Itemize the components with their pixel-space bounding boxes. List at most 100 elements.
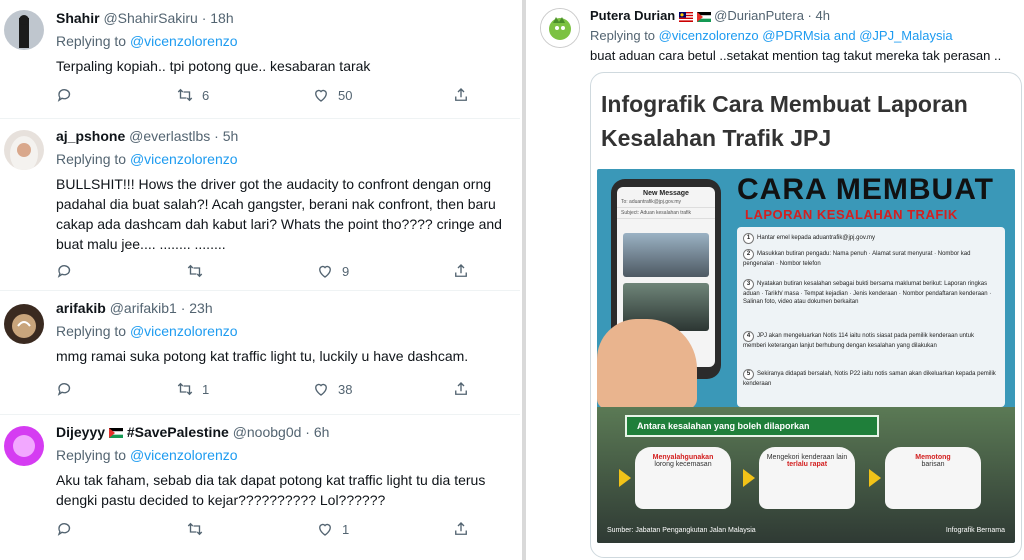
mention-links[interactable]: @vicenzolorenzo @PDRMsia and @JPJ_Malays… xyxy=(659,28,953,43)
replying-to: Replying to @vicenzolorenzo xyxy=(56,33,238,49)
replying-label: Replying to xyxy=(56,151,127,167)
action-bar: 1 38 xyxy=(56,380,476,402)
replies-column: Shahir @ShahirSakiru · 18h Replying to @… xyxy=(0,0,520,560)
reply-tweet[interactable]: Dijeyyy #SavePalestine @noobg0d · 6h Rep… xyxy=(0,414,520,560)
like-count: 1 xyxy=(342,521,350,537)
like-count: 38 xyxy=(338,381,353,397)
like-icon xyxy=(319,265,331,278)
like-count: 50 xyxy=(338,87,353,103)
retweet-button[interactable]: 6 xyxy=(176,86,209,104)
share-icon xyxy=(455,522,467,535)
like-icon xyxy=(315,89,327,102)
retweet-button[interactable]: 1 xyxy=(176,380,209,398)
reply-button[interactable] xyxy=(56,520,74,538)
like-count: 9 xyxy=(342,263,350,279)
offence-bottom: lorong kecemasan xyxy=(654,461,712,468)
offence-car: Menyalahgunakan lorong kecemasan xyxy=(635,447,731,509)
replying-to: Replying to @vicenzolorenzo @PDRMsia and… xyxy=(590,28,953,43)
retweet-button[interactable] xyxy=(186,262,212,280)
share-icon xyxy=(455,264,467,277)
avatar[interactable] xyxy=(4,426,44,466)
reply-button[interactable] xyxy=(56,262,74,280)
infographic-body: New Message To: aduantrafik@jpj.gov.my S… xyxy=(597,169,1015,543)
display-name[interactable]: arifakib xyxy=(56,300,106,316)
replying-label: Replying to xyxy=(56,447,127,463)
action-bar: 9 xyxy=(56,262,476,284)
malaysia-flag-icon xyxy=(678,11,693,22)
tweet-text: mmg ramai suka potong kat traffic light … xyxy=(56,348,469,364)
like-button[interactable]: 38 xyxy=(312,380,352,398)
tweet-header: aj_pshone @everlastlbs · 5h xyxy=(56,128,238,144)
handle-time[interactable]: @everlastlbs · 5h xyxy=(129,128,238,144)
share-icon xyxy=(455,88,467,101)
offence-top: Memotong xyxy=(915,454,951,461)
share-button[interactable] xyxy=(452,380,470,398)
share-button[interactable] xyxy=(452,262,470,280)
palestine-flag-icon xyxy=(108,428,123,439)
share-button[interactable] xyxy=(452,86,470,104)
infographic-subheading: LAPORAN KESALAHAN TRAFIK xyxy=(745,207,958,222)
tweet-header: arifakib @arifakib1 · 23h xyxy=(56,300,213,316)
replying-label: Replying to xyxy=(56,33,127,49)
display-name[interactable]: Dijeyyy xyxy=(56,424,105,440)
offence-car: Mengekori kenderaan lain terlalu rapat xyxy=(759,447,855,509)
action-bar: 6 50 xyxy=(56,86,476,108)
step-item: 2 Masukkan butiran pengadu: Nama penuh · … xyxy=(743,249,971,267)
phone-subject: Subject: Aduan kesalahan trafik xyxy=(617,208,715,219)
car-photo xyxy=(623,233,709,277)
avatar[interactable] xyxy=(4,304,44,344)
mention-link[interactable]: @vicenzolorenzo xyxy=(130,151,238,167)
display-name[interactable]: Putera Durian xyxy=(590,8,675,23)
step-item: 3 Nyatakan butiran kesalahan sebagai bukt… xyxy=(743,279,992,305)
step-text: Sekiranya didapati bersalah, Notis P22 i… xyxy=(743,371,996,387)
avatar[interactable] xyxy=(4,10,44,50)
tweet-header: Dijeyyy #SavePalestine @noobg0d · 6h xyxy=(56,424,329,440)
reply-icon xyxy=(57,89,71,102)
like-button[interactable]: 1 xyxy=(316,520,349,538)
share-button[interactable] xyxy=(452,520,470,538)
handle-time[interactable]: @arifakib1 · 23h xyxy=(110,300,213,316)
share-icon xyxy=(455,382,467,395)
avatar[interactable] xyxy=(4,130,44,170)
avatar[interactable] xyxy=(540,8,580,48)
tweet-text: buat aduan cara betul ..setakat mention … xyxy=(590,48,1002,63)
infographic-title: Infografik Cara Membuat Laporan Kesalaha… xyxy=(601,91,968,151)
replying-label: Replying to xyxy=(590,28,656,43)
reply-icon xyxy=(57,383,71,396)
offence-bottom: barisan xyxy=(921,461,945,468)
reply-tweet[interactable]: Shahir @ShahirSakiru · 18h Replying to @… xyxy=(0,0,520,119)
handle-time[interactable]: @noobg0d · 6h xyxy=(233,424,330,440)
tweet-text: Aku tak faham, sebab dia tak dapat poton… xyxy=(56,472,486,508)
reply-tweet[interactable]: aj_pshone @everlastlbs · 5h Replying to … xyxy=(0,118,520,291)
offence-bottom: terlalu rapat xyxy=(786,461,828,468)
step-text: Hantar emel kepada aduantrafik@jpj.gov.m… xyxy=(757,235,876,241)
tweet-header: Putera Durian @DurianPutera · 4h xyxy=(590,8,830,23)
display-name[interactable]: Shahir xyxy=(56,10,100,26)
arrow-icon xyxy=(743,469,755,487)
handle-time[interactable]: @ShahirSakiru · 18h xyxy=(103,10,233,26)
reply-button[interactable] xyxy=(56,86,74,104)
retweet-button[interactable] xyxy=(186,520,212,538)
main-tweet[interactable]: Putera Durian @DurianPutera · 4h Replyin… xyxy=(528,0,1024,560)
reply-tweet[interactable]: arifakib @arifakib1 · 23h Replying to @v… xyxy=(0,290,520,415)
like-icon xyxy=(319,523,331,536)
retweet-icon xyxy=(187,264,203,278)
mention-link[interactable]: @vicenzolorenzo xyxy=(130,33,238,49)
step-item: 1 Hantar emel kepada aduantrafik@jpj.gov.… xyxy=(743,233,999,244)
replying-to: Replying to @vicenzolorenzo xyxy=(56,323,238,339)
display-name[interactable]: aj_pshone xyxy=(56,128,125,144)
reply-button[interactable] xyxy=(56,380,74,398)
arrow-icon xyxy=(619,469,631,487)
offences-banner: Antara kesalahan yang boleh dilaporkan xyxy=(625,415,879,437)
handle-time[interactable]: @DurianPutera · 4h xyxy=(714,8,830,23)
retweet-icon xyxy=(187,522,203,536)
like-button[interactable]: 50 xyxy=(312,86,352,104)
mention-link[interactable]: @vicenzolorenzo xyxy=(130,447,238,463)
like-icon xyxy=(315,383,327,396)
mention-link[interactable]: @vicenzolorenzo xyxy=(130,323,238,339)
attached-image[interactable]: Infografik Cara Membuat Laporan Kesalaha… xyxy=(590,72,1022,558)
step-text: JPJ akan mengeluarkan Notis 114 iaitu no… xyxy=(743,333,975,349)
retweet-icon xyxy=(177,382,193,396)
like-button[interactable]: 9 xyxy=(316,262,349,280)
offence-car: Memotong barisan xyxy=(885,447,981,509)
